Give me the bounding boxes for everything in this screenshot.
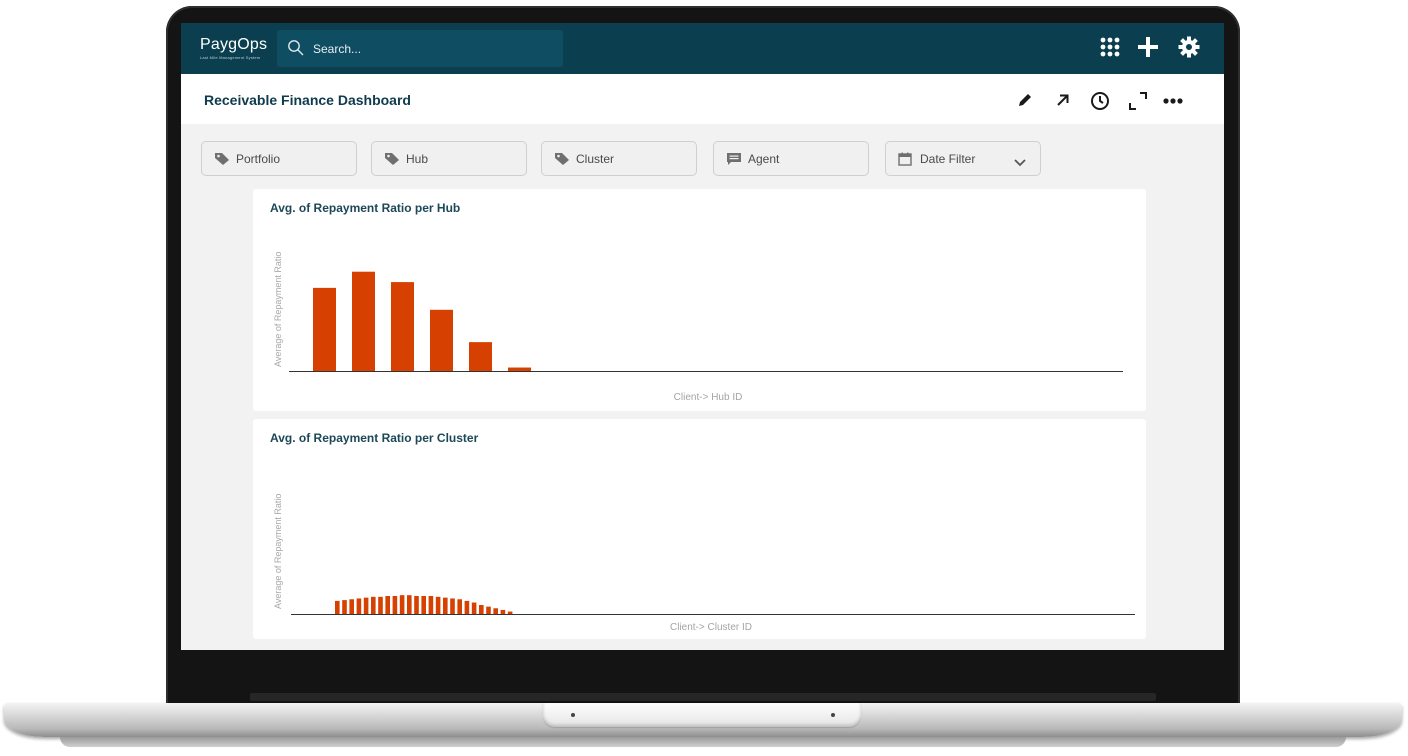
bar[interactable] — [414, 596, 419, 614]
notch-dot-left — [571, 713, 575, 717]
top-navigation-bar: PaygOps Last Mile Management System — [181, 23, 1224, 74]
filter-label: Hub — [406, 152, 429, 166]
filter-hub[interactable]: Hub — [371, 141, 527, 176]
more-options-icon[interactable] — [1162, 91, 1184, 114]
bar[interactable] — [430, 309, 453, 371]
bar[interactable] — [507, 611, 513, 614]
tag-icon — [214, 152, 230, 171]
bar[interactable] — [508, 367, 531, 371]
bar[interactable] — [421, 596, 426, 614]
laptop-base-bottom — [60, 737, 1346, 747]
bar[interactable] — [349, 599, 354, 614]
bar[interactable] — [392, 596, 398, 614]
bar[interactable] — [469, 342, 492, 371]
app-logo[interactable]: PaygOps Last Mile Management System — [200, 36, 267, 60]
apps-grid-icon[interactable] — [1099, 36, 1121, 63]
calendar-icon — [898, 152, 912, 171]
logo-name: PaygOps — [200, 36, 268, 53]
bar[interactable] — [435, 596, 441, 614]
bar[interactable] — [407, 595, 412, 614]
filter-label: Date Filter — [920, 152, 976, 166]
bar[interactable] — [399, 595, 405, 614]
bar[interactable] — [313, 287, 336, 371]
bar[interactable] — [471, 602, 477, 614]
bar[interactable] — [385, 596, 390, 614]
page-title: Receivable Finance Dashboard — [204, 92, 411, 108]
bar[interactable] — [486, 606, 491, 614]
bar[interactable] — [371, 596, 376, 614]
add-icon[interactable] — [1137, 36, 1159, 63]
bar[interactable] — [391, 282, 414, 371]
cluster-bar-chart — [291, 595, 1135, 615]
bar[interactable] — [378, 596, 383, 614]
bar[interactable] — [335, 600, 340, 614]
dashboard-header: Receivable Finance Dashboard — [181, 74, 1224, 124]
hub-bar-chart — [289, 271, 1123, 372]
search-icon — [287, 39, 305, 62]
bar[interactable] — [342, 600, 347, 614]
filter-label: Agent — [748, 152, 780, 166]
edit-pencil-icon[interactable] — [1016, 91, 1034, 114]
bar[interactable] — [356, 598, 362, 614]
chart-card-hub: Avg. of Repayment Ratio per Hub Average … — [253, 189, 1146, 411]
filter-label: Cluster — [576, 152, 615, 166]
filter-date[interactable]: Date Filter — [885, 141, 1041, 176]
laptop-hinge — [250, 693, 1156, 701]
bar[interactable] — [443, 597, 448, 614]
expand-fullscreen-icon[interactable] — [1128, 91, 1148, 116]
bar[interactable] — [457, 599, 462, 614]
open-external-arrow-icon[interactable] — [1054, 91, 1072, 114]
bar[interactable] — [479, 605, 484, 614]
chevron-down-icon — [1014, 154, 1026, 172]
bar[interactable] — [450, 598, 455, 614]
logo-tagline: Last Mile Management System — [200, 55, 261, 60]
bar[interactable] — [428, 596, 434, 614]
laptop-notch — [543, 703, 861, 727]
filter-portfolio[interactable]: Portfolio — [201, 141, 357, 176]
history-clock-icon[interactable] — [1090, 91, 1110, 116]
comment-icon — [726, 152, 742, 171]
bar[interactable] — [493, 608, 498, 614]
filter-label: Portfolio — [236, 152, 281, 166]
chart-card-cluster: Avg. of Repayment Ratio per Cluster Aver… — [253, 419, 1146, 639]
search-box[interactable] — [277, 30, 563, 67]
tag-icon — [554, 152, 570, 171]
screen: PaygOps Last Mile Management System Sear… — [181, 23, 1224, 650]
bar[interactable] — [363, 597, 369, 614]
tag-icon — [384, 152, 400, 171]
settings-gear-icon[interactable] — [1178, 36, 1200, 63]
filter-cluster[interactable]: Cluster — [541, 141, 697, 176]
bar[interactable] — [500, 609, 506, 614]
search-input[interactable] — [311, 38, 555, 60]
notch-dot-right — [831, 713, 835, 717]
bar[interactable] — [352, 271, 375, 371]
bar[interactable] — [464, 600, 470, 614]
filter-agent[interactable]: Agent — [713, 141, 869, 176]
